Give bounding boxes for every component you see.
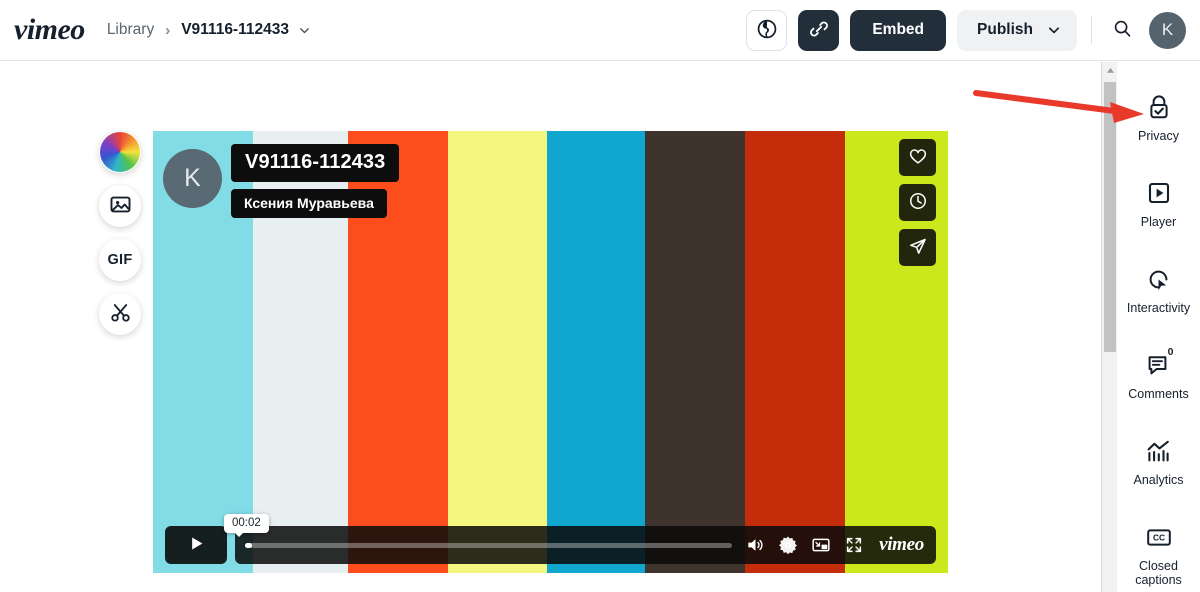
sidebar-label-closed-captions: Closed captions <box>1135 559 1182 587</box>
analytics-chart-icon <box>1145 436 1172 466</box>
color-bar <box>448 131 547 573</box>
player-controls: vimeo <box>153 523 948 567</box>
svg-text:CC: CC <box>1152 532 1164 542</box>
player-settings-button[interactable] <box>778 535 798 555</box>
lock-check-icon <box>1146 92 1172 122</box>
play-icon <box>187 534 206 556</box>
editing-tool-rail: GIF <box>99 131 141 335</box>
search-button[interactable] <box>1106 14 1138 46</box>
privacy-globe-button[interactable] <box>746 9 788 51</box>
video-title[interactable]: V91116-112433 <box>231 144 400 182</box>
sidebar-label-interactivity: Interactivity <box>1126 301 1191 315</box>
heart-icon <box>908 146 928 169</box>
thumbnail-tool-button[interactable] <box>99 185 141 227</box>
sidebar-item-player[interactable]: Player <box>1117 169 1200 238</box>
sidebar-label-comments: Comments <box>1128 387 1189 401</box>
breadcrumb-separator-icon: › <box>165 21 171 39</box>
sidebar-item-analytics[interactable]: Analytics <box>1117 427 1200 496</box>
volume-button[interactable] <box>745 535 765 555</box>
color-wheel-icon <box>100 132 140 172</box>
clock-icon <box>908 191 928 214</box>
top-header: vimeo Library › V91116-112433 Embed Publ… <box>0 0 1200 61</box>
video-title-overlay: V91116-112433 Ксения Муравьева <box>231 144 400 218</box>
progress-scrubber[interactable] <box>245 542 733 548</box>
share-arrow-icon <box>908 236 928 259</box>
header-actions: Embed Publish K <box>746 9 1200 51</box>
color-bar <box>645 131 745 573</box>
share-button[interactable] <box>899 229 936 266</box>
chevron-down-icon <box>1047 23 1061 37</box>
video-player[interactable]: K V91116-112433 Ксения Муравьева 00:02 v… <box>153 131 948 573</box>
watch-later-button[interactable] <box>899 184 936 221</box>
globe-icon <box>756 18 778 43</box>
video-overlay-actions <box>899 139 936 266</box>
settings-sidebar: Privacy Player Interactivity 0 Comments … <box>1117 62 1200 592</box>
fullscreen-button[interactable] <box>844 535 864 555</box>
chevron-down-icon[interactable] <box>298 24 311 37</box>
video-owner-avatar[interactable]: K <box>163 149 222 208</box>
publish-label: Publish <box>977 21 1033 38</box>
embed-button[interactable]: Embed <box>850 9 947 51</box>
comments-count-badge: 0 <box>1167 346 1174 358</box>
time-tooltip: 00:02 <box>224 514 269 537</box>
sidebar-item-interactivity[interactable]: Interactivity <box>1117 255 1200 324</box>
image-icon <box>109 193 132 219</box>
sidebar-label-player: Player <box>1140 215 1177 229</box>
sidebar-label-privacy: Privacy <box>1138 129 1179 143</box>
link-icon <box>808 18 830 43</box>
progress-played <box>245 542 253 548</box>
vimeo-video-manager-page: vimeo Library › V91116-112433 Embed Publ… <box>0 0 1200 592</box>
like-button[interactable] <box>899 139 936 176</box>
scrollbar-thumb[interactable] <box>1104 82 1116 352</box>
breadcrumb: Library › V91116-112433 <box>107 21 311 39</box>
cc-icon: CC <box>1145 522 1173 552</box>
user-avatar[interactable]: K <box>1149 11 1186 49</box>
color-bar <box>547 131 645 573</box>
sidebar-item-closed-captions[interactable]: CC Closed captions <box>1117 513 1200 592</box>
vimeo-logo[interactable]: vimeo <box>14 15 85 45</box>
player-play-box-icon <box>1146 178 1172 208</box>
gif-icon: GIF <box>107 252 133 268</box>
cursor-target-icon <box>1145 264 1172 294</box>
sidebar-item-privacy[interactable]: Privacy <box>1117 83 1200 152</box>
picture-in-picture-button[interactable] <box>811 535 831 555</box>
breadcrumb-library-link[interactable]: Library <box>107 21 154 39</box>
scissors-icon <box>109 301 132 327</box>
sidebar-label-analytics: Analytics <box>1133 473 1184 487</box>
search-icon <box>1112 18 1133 42</box>
color-wheel-tool-button[interactable] <box>99 131 141 173</box>
sidebar-item-comments[interactable]: 0 Comments <box>1117 341 1200 410</box>
breadcrumb-current-video[interactable]: V91116-112433 <box>181 21 289 39</box>
copy-link-button[interactable] <box>798 9 840 51</box>
vimeo-player-brand[interactable]: vimeo <box>877 534 924 556</box>
trim-tool-button[interactable] <box>99 293 141 335</box>
video-author[interactable]: Ксения Муравьева <box>231 189 387 218</box>
header-divider <box>1091 16 1092 44</box>
publish-button[interactable]: Publish <box>957 9 1077 51</box>
scroll-up-arrow-icon[interactable] <box>1102 62 1118 79</box>
gif-tool-button[interactable]: GIF <box>99 239 141 281</box>
control-bar: vimeo <box>235 526 936 564</box>
page-scrollbar[interactable] <box>1101 62 1118 592</box>
comment-lines-icon: 0 <box>1146 346 1174 380</box>
play-button[interactable] <box>165 526 227 564</box>
color-bar <box>745 131 845 573</box>
